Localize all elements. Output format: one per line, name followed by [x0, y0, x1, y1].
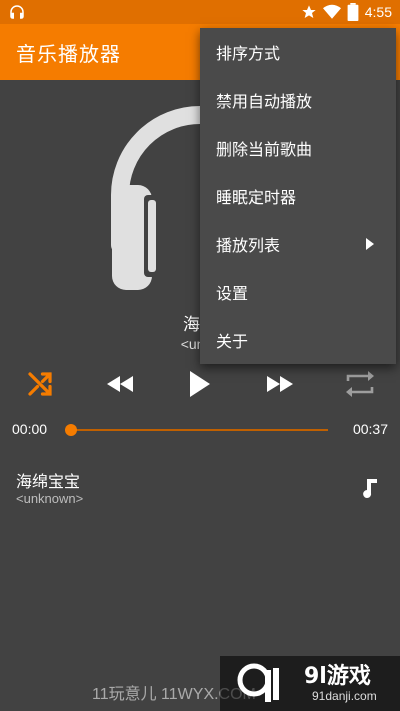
menu-item-label: 关于: [216, 332, 249, 351]
menu-item-delete-song[interactable]: 删除当前歌曲: [200, 124, 396, 172]
menu-item-sort[interactable]: 排序方式: [200, 28, 396, 76]
watermark-badge: 9l游戏 91danji.com: [220, 656, 400, 711]
status-time: 4:55: [364, 4, 392, 20]
shuffle-icon: [28, 372, 52, 396]
menu-item-label: 设置: [216, 284, 249, 303]
fast-forward-icon: [267, 376, 293, 392]
music-note-icon: [363, 479, 377, 498]
menu-item-label: 睡眠定时器: [216, 188, 297, 207]
battery-icon: [347, 3, 359, 21]
list-item[interactable]: 海绵宝宝 <unknown>: [0, 460, 400, 516]
menu-item-label: 排序方式: [216, 44, 281, 63]
playback-controls: [0, 362, 400, 406]
submenu-arrow-icon: [366, 238, 374, 250]
menu-item-label: 删除当前歌曲: [216, 140, 313, 159]
status-bar: 4:55: [0, 0, 400, 24]
menu-item-label: 播放列表: [216, 236, 281, 255]
overflow-menu: 排序方式 禁用自动播放 删除当前歌曲 睡眠定时器 播放列表 设置 关于: [200, 28, 396, 364]
play-icon: [190, 371, 210, 397]
total-time: 00:37: [352, 421, 388, 437]
song-title: 海绵宝宝: [16, 472, 81, 491]
rewind-icon: [107, 376, 133, 392]
status-icons: 4:55: [301, 2, 392, 22]
menu-item-disable-autoplay[interactable]: 禁用自动播放: [200, 76, 396, 124]
watermark-logo-icon: [237, 663, 279, 702]
elapsed-time: 00:00: [12, 421, 48, 437]
menu-item-sleep-timer[interactable]: 睡眠定时器: [200, 172, 396, 220]
star-icon: [302, 5, 316, 18]
shuffle-button[interactable]: [22, 366, 58, 402]
seek-bar[interactable]: [70, 429, 328, 431]
wifi-icon: [322, 4, 341, 19]
rewind-button[interactable]: [102, 366, 138, 402]
menu-item-about[interactable]: 关于: [200, 316, 396, 364]
fast-forward-button[interactable]: [262, 366, 298, 402]
seek-bar-thumb[interactable]: [65, 424, 77, 436]
repeat-icon: [346, 371, 374, 397]
song-artist: <unknown>: [16, 491, 84, 506]
menu-item-settings[interactable]: 设置: [200, 268, 396, 316]
play-button[interactable]: [182, 366, 218, 402]
headphones-icon: [10, 5, 24, 19]
menu-item-label: 禁用自动播放: [216, 92, 313, 111]
watermark-brand: 9l游戏: [304, 664, 371, 689]
menu-item-playlist[interactable]: 播放列表: [200, 220, 396, 268]
repeat-button[interactable]: [342, 366, 378, 402]
watermark-url: 91danji.com: [312, 689, 377, 703]
app-title: 音乐播放器: [16, 42, 121, 66]
